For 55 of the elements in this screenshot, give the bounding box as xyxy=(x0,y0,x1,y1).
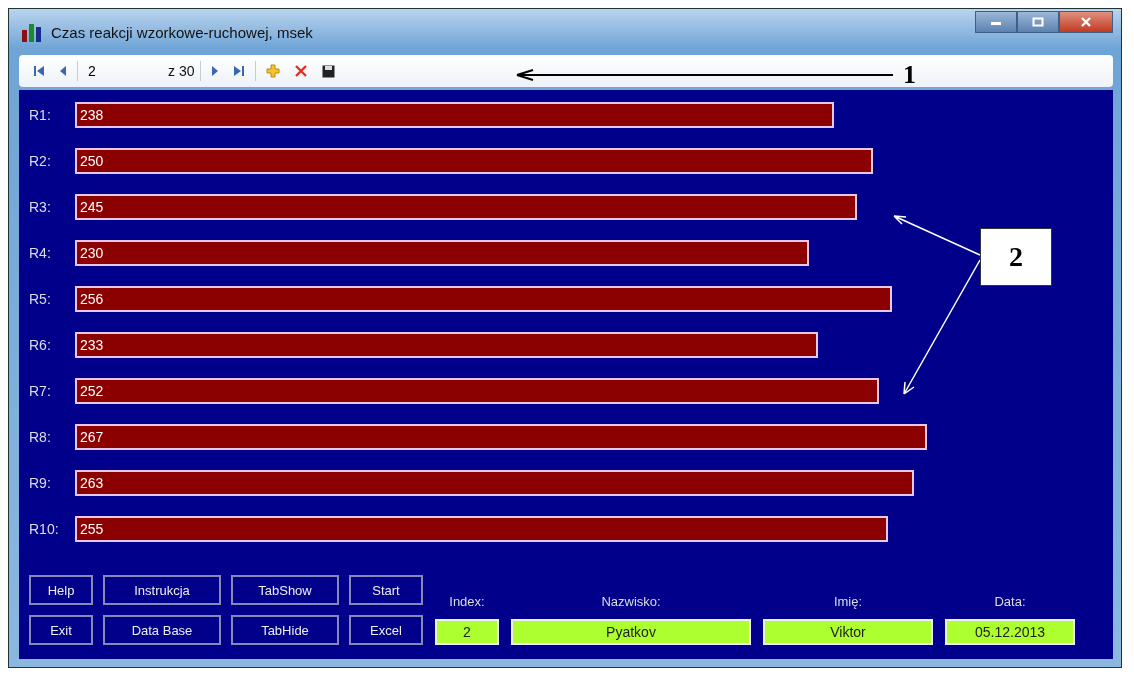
previous-icon xyxy=(59,65,67,77)
position-field[interactable]: 2 xyxy=(84,63,162,79)
form-button[interactable]: Help xyxy=(29,575,93,605)
row-label: R2: xyxy=(29,153,52,169)
value-field[interactable]: Viktor xyxy=(763,619,933,645)
form-button[interactable]: Instrukcja xyxy=(103,575,221,605)
bar-value: 233 xyxy=(80,337,104,353)
form-button[interactable]: TabHide xyxy=(231,615,339,645)
row-label: R4: xyxy=(29,245,52,261)
next-icon xyxy=(211,65,220,77)
row-label: R7: xyxy=(29,383,52,399)
row-label: R5: xyxy=(29,291,52,307)
field-label: Imię: xyxy=(832,594,864,609)
bar-value: 252 xyxy=(80,383,104,399)
minimize-button[interactable] xyxy=(975,11,1017,33)
row-label: R1: xyxy=(29,107,52,123)
close-icon xyxy=(1080,17,1092,27)
bar-value: 230 xyxy=(80,245,104,261)
delete-icon xyxy=(294,64,309,78)
bar-value: 263 xyxy=(80,475,104,491)
record-count: z 30 xyxy=(168,63,195,79)
first-icon xyxy=(33,65,45,77)
form-button[interactable]: Exit xyxy=(29,615,93,645)
value-field[interactable]: 2 xyxy=(435,619,499,645)
field-label: Data: xyxy=(993,594,1027,609)
maximize-icon xyxy=(1032,17,1044,27)
bar-value: 245 xyxy=(80,199,104,215)
row-label: R10: xyxy=(29,521,60,537)
annotation-number: 1 xyxy=(903,62,916,88)
bar-chart-icon xyxy=(21,22,43,42)
minimize-icon xyxy=(990,19,1002,25)
bar-value: 238 xyxy=(80,107,104,123)
form-button[interactable]: Data Base xyxy=(103,615,221,645)
row-label: R3: xyxy=(29,199,52,215)
bar-value: 255 xyxy=(80,521,104,537)
row-label: R6: xyxy=(29,337,52,353)
form-button[interactable]: Excel xyxy=(349,615,423,645)
bar-value: 256 xyxy=(80,291,104,307)
form-button[interactable]: TabShow xyxy=(231,575,339,605)
field-label: Nazwisko: xyxy=(600,594,662,609)
row-label: R8: xyxy=(29,429,52,445)
value-field[interactable]: Pyatkov xyxy=(511,619,751,645)
plus-icon xyxy=(266,64,281,78)
row-label: R9: xyxy=(29,475,52,491)
window-title: Czas reakcji wzorkowe-ruchowej, msek xyxy=(51,23,313,41)
maximize-button[interactable] xyxy=(1017,11,1059,33)
value-field[interactable]: 05.12.2013 xyxy=(945,619,1075,645)
last-icon xyxy=(233,65,246,77)
form-button[interactable]: Start xyxy=(349,575,423,605)
annotation-number: 2 xyxy=(980,228,1052,286)
save-icon xyxy=(322,64,336,78)
bar-value: 250 xyxy=(80,153,104,169)
field-label: Index: xyxy=(448,594,486,609)
close-button[interactable] xyxy=(1059,11,1113,33)
bar-value: 267 xyxy=(80,429,104,445)
